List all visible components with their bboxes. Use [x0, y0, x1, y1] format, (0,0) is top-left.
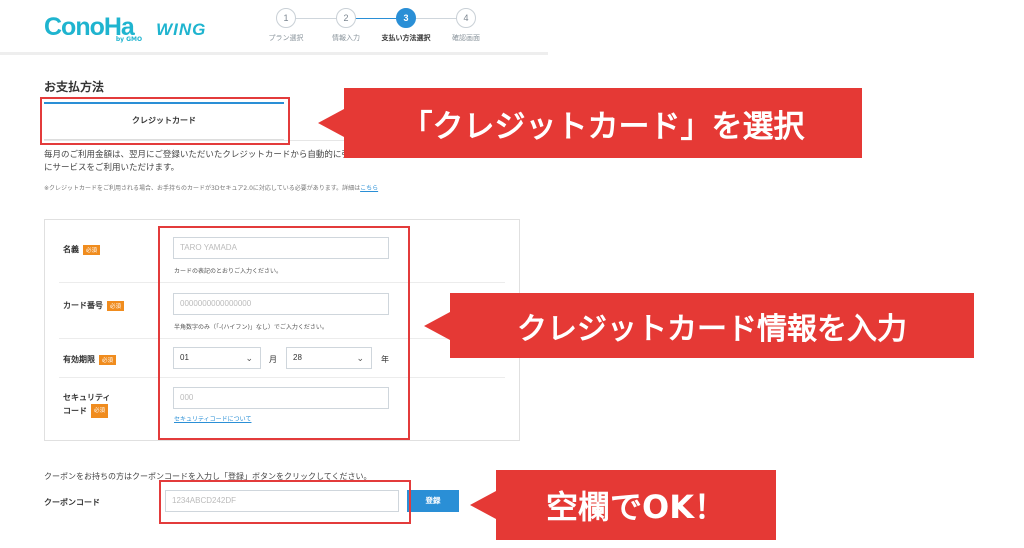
step-number: 3	[396, 8, 416, 28]
step-3: 3 支払い方法選択	[376, 8, 436, 43]
callout-text: 「クレジットカード」を選択	[401, 108, 805, 145]
step-label: 確認画面	[452, 34, 480, 42]
step-label: 支払い方法選択	[381, 34, 431, 42]
logo-sub: by GMO	[115, 36, 143, 43]
highlight-box-coupon	[159, 480, 411, 524]
step-label: プラン選択	[268, 34, 304, 42]
security-code-label: セキュリティ コード 必須	[63, 392, 111, 418]
card-number-label-text: カード番号	[63, 301, 103, 310]
section-title: お支払方法	[44, 80, 105, 94]
register-coupon-button[interactable]: 登録	[407, 490, 459, 512]
required-badge: 必須	[83, 244, 101, 255]
expiry-label-text: 有効期限	[63, 355, 95, 364]
highlight-box-credit-card-tab	[40, 97, 290, 145]
step-number: 2	[336, 8, 356, 28]
security-label-line2: コード 必須	[63, 404, 111, 418]
required-badge: 必須	[99, 354, 117, 365]
required-badge: 必須	[107, 300, 125, 311]
name-label: 名義 必須	[63, 244, 101, 255]
callout-coupon-blank-ok: 空欄でOK！	[470, 470, 776, 540]
callout-select-credit-card: 「クレジットカード」を選択	[318, 88, 862, 158]
security-label-line2-text: コード	[63, 406, 87, 416]
highlight-box-card-form	[158, 226, 410, 440]
step-number: 4	[456, 8, 476, 28]
3d-secure-note: ※クレジットカードをご利用される場合、お手持ちのカードが3Dセキュア2.0に対応…	[44, 183, 378, 192]
step-number: 1	[276, 8, 296, 28]
note-link[interactable]: こちら	[360, 185, 378, 192]
step-2: 2 情報入力	[316, 8, 376, 43]
coupon-label: クーポンコード	[44, 498, 100, 507]
security-label-line1: セキュリティ	[63, 393, 111, 402]
progress-steps: 1 プラン選択 2 情報入力 3 支払い方法選択 4 確認画面	[256, 8, 496, 48]
card-number-label: カード番号 必須	[63, 300, 125, 311]
conoha-wing-logo[interactable]: ConoHa by GMO WING	[44, 13, 207, 43]
callout-enter-card-info: クレジットカード情報を入力	[424, 293, 974, 358]
callout-text: クレジットカード情報を入力	[517, 311, 907, 347]
step-label: 情報入力	[332, 34, 360, 42]
name-label-text: 名義	[63, 245, 79, 254]
step-4: 4 確認画面	[436, 8, 496, 43]
note-text: ※クレジットカードをご利用される場合、お手持ちのカードが3Dセキュア2.0に対応…	[44, 185, 361, 192]
expiry-label: 有効期限 必須	[63, 354, 117, 365]
callout-arrow	[470, 491, 496, 519]
required-badge: 必須	[91, 404, 109, 418]
callout-arrow	[424, 311, 450, 340]
logo-product: WING	[156, 20, 207, 39]
step-1: 1 プラン選択	[256, 8, 316, 43]
callout-arrow	[318, 109, 344, 137]
header: ConoHa by GMO WING 1 プラン選択 2 情報入力 3 支払い方…	[0, 0, 548, 55]
callout-text: 空欄でOK！	[545, 488, 726, 526]
